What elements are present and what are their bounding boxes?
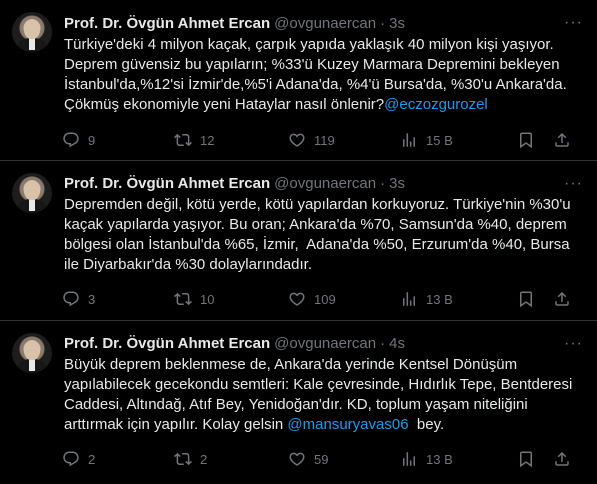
like-button[interactable]: 109 — [288, 290, 336, 308]
tweet-text: Türkiye'deki 4 milyon kaçak, çarpık yapı… — [64, 35, 584, 115]
views-icon — [403, 452, 415, 466]
avatar[interactable] — [12, 173, 52, 213]
tweet[interactable]: ··· Prof. Dr. Övgün Ahmet Ercan @ovgunae… — [0, 0, 597, 161]
views-count: 13 B — [426, 291, 453, 307]
mention-link[interactable]: @eczozgurozel — [384, 96, 488, 113]
share-icon — [555, 451, 569, 466]
tweet[interactable]: ··· Prof. Dr. Övgün Ahmet Ercan @ovgunae… — [0, 161, 597, 321]
retweet-icon — [174, 133, 192, 147]
reply-button[interactable]: 9 — [62, 131, 95, 149]
tweet-text: Büyük deprem beklenmese de, Ankara'da ye… — [64, 355, 584, 435]
share-icon — [555, 132, 569, 147]
author-handle[interactable]: @ovgunaercan — [274, 175, 376, 192]
views-count: 15 B — [426, 132, 453, 148]
avatar[interactable] — [12, 12, 52, 52]
share-icon — [555, 291, 569, 306]
reply-button[interactable]: 2 — [62, 450, 95, 468]
share-button[interactable] — [553, 131, 571, 149]
bookmark-icon — [520, 451, 532, 468]
retweet-count: 10 — [200, 291, 215, 307]
more-icon[interactable]: ··· — [564, 335, 583, 353]
retweet-button[interactable]: 12 — [174, 131, 214, 149]
author-name[interactable]: Prof. Dr. Övgün Ahmet Ercan — [64, 175, 270, 192]
like-button[interactable]: 59 — [288, 450, 328, 468]
tweet-feed: ··· Prof. Dr. Övgün Ahmet Ercan @ovgunae… — [0, 0, 597, 484]
share-button[interactable] — [553, 450, 571, 468]
reply-count: 9 — [88, 132, 96, 148]
like-icon — [289, 133, 305, 147]
author-name[interactable]: Prof. Dr. Övgün Ahmet Ercan — [64, 335, 270, 352]
share-button[interactable] — [553, 290, 571, 308]
tweet-header: Prof. Dr. Övgün Ahmet Ercan @ovgunaercan… — [64, 13, 581, 33]
separator-dot: · — [380, 14, 386, 32]
reply-button[interactable]: 3 — [62, 290, 95, 308]
retweet-icon — [174, 452, 192, 466]
views-icon — [403, 133, 415, 147]
retweet-count: 2 — [200, 451, 208, 467]
tweet-text: Depremden değil, kötü yerde, kötü yapıla… — [64, 195, 584, 275]
tweet-header: Prof. Dr. Övgün Ahmet Ercan @ovgunaercan… — [64, 173, 581, 193]
like-count: 109 — [314, 291, 336, 307]
author-handle[interactable]: @ovgunaercan — [274, 335, 376, 352]
like-count: 59 — [314, 451, 329, 467]
avatar[interactable] — [12, 333, 52, 373]
author-name[interactable]: Prof. Dr. Övgün Ahmet Ercan — [64, 15, 270, 32]
reply-count: 3 — [88, 291, 96, 307]
bookmark-icon — [520, 132, 532, 149]
more-icon[interactable]: ··· — [564, 14, 583, 32]
timestamp[interactable]: 3s — [389, 15, 405, 32]
more-icon[interactable]: ··· — [564, 175, 583, 193]
like-button[interactable]: 119 — [288, 131, 335, 149]
timestamp[interactable]: 4s — [389, 335, 405, 352]
retweet-icon — [174, 292, 192, 306]
views-icon — [403, 292, 415, 306]
reply-icon — [63, 451, 79, 467]
like-icon — [289, 292, 305, 306]
action-bar: 3 10 109 13 B — [62, 289, 581, 309]
reply-icon — [63, 291, 79, 307]
author-handle[interactable]: @ovgunaercan — [274, 15, 376, 32]
tweet-header: Prof. Dr. Övgün Ahmet Ercan @ovgunaercan… — [64, 333, 581, 353]
retweet-button[interactable]: 2 — [174, 450, 207, 468]
reply-icon — [63, 132, 79, 148]
separator-dot: · — [380, 334, 386, 352]
bookmark-icon — [520, 291, 532, 308]
action-bar: 2 2 59 13 B — [62, 449, 581, 469]
like-count: 119 — [314, 132, 335, 148]
like-icon — [289, 452, 305, 466]
separator-dot: · — [380, 174, 386, 192]
bookmark-button[interactable] — [517, 450, 535, 468]
views-button[interactable]: 13 B — [400, 290, 453, 308]
views-count: 13 B — [426, 451, 453, 467]
retweet-button[interactable]: 10 — [174, 290, 214, 308]
tweet[interactable]: ··· Prof. Dr. Övgün Ahmet Ercan @ovgunae… — [0, 321, 597, 484]
bookmark-button[interactable] — [517, 131, 535, 149]
views-button[interactable]: 13 B — [400, 450, 453, 468]
tweet-text-after: bey. — [408, 416, 445, 433]
timestamp[interactable]: 3s — [389, 175, 405, 192]
tweet-text-body: Türkiye'deki 4 milyon kaçak, çarpık yapı… — [64, 36, 571, 113]
views-button[interactable]: 15 B — [400, 131, 453, 149]
tweet-text-body: Depremden değil, kötü yerde, kötü yapıla… — [64, 196, 575, 273]
reply-count: 2 — [88, 451, 96, 467]
mention-link[interactable]: @mansuryavas06 — [287, 416, 408, 433]
retweet-count: 12 — [200, 132, 215, 148]
bookmark-button[interactable] — [517, 290, 535, 308]
action-bar: 9 12 119 15 B — [62, 130, 581, 150]
